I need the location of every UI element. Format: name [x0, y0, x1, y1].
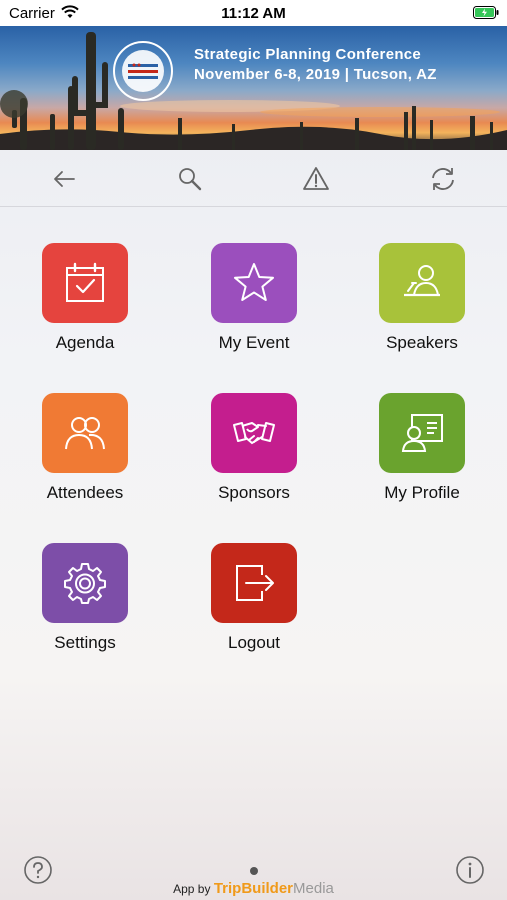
calendar-check-icon — [66, 262, 104, 302]
back-arrow-icon — [54, 171, 75, 187]
logout-icon — [236, 565, 274, 601]
menu-tile-my-event[interactable]: My Event — [184, 243, 324, 363]
status-time: 11:12 AM — [221, 5, 286, 22]
menu-tile-logout[interactable]: Logout — [184, 543, 324, 663]
refresh-icon — [432, 168, 454, 190]
conference-banner: Strategic Planning Conference November 6… — [0, 26, 507, 150]
settings-label: Settings — [54, 633, 116, 652]
attendees-button[interactable] — [42, 393, 128, 473]
search-icon — [179, 168, 202, 191]
logout-label: Logout — [228, 633, 280, 652]
menu-tile-sponsors[interactable]: Sponsors — [184, 393, 324, 513]
people-icon — [65, 417, 105, 450]
gear-icon — [64, 563, 106, 604]
attendees-label: Attendees — [46, 483, 124, 502]
toolbar — [0, 150, 507, 207]
alert-icon — [303, 167, 329, 190]
logout-button[interactable] — [211, 543, 297, 623]
menu-tile-my-profile[interactable]: My Profile — [352, 393, 492, 513]
back-button[interactable] — [49, 164, 79, 194]
search-button[interactable] — [175, 164, 205, 194]
speaker-podium-icon — [404, 265, 440, 297]
profile-card-icon — [401, 414, 443, 452]
handshake-icon — [233, 422, 275, 445]
agenda-button[interactable] — [42, 243, 128, 323]
menu-tile-settings[interactable]: Settings — [15, 543, 155, 663]
sponsors-label: Sponsors — [218, 483, 290, 502]
banner-date-location: November 6-8, 2019 | Tucson, AZ — [194, 66, 437, 83]
speakers-label: Speakers — [386, 333, 458, 352]
credit-prefix: App by — [173, 882, 211, 896]
battery-icon — [473, 6, 499, 19]
refresh-button[interactable] — [428, 164, 458, 194]
alerts-button[interactable] — [301, 164, 331, 194]
star-icon — [234, 263, 274, 301]
credit-brand-media: Media — [293, 880, 334, 897]
speakers-button[interactable] — [379, 243, 465, 323]
app-credit: App by TripBuilderMedia — [0, 880, 507, 897]
my-profile-button[interactable] — [379, 393, 465, 473]
banner-title: Strategic Planning Conference — [194, 46, 422, 63]
desert-sunset-image — [0, 32, 507, 150]
menu-tile-attendees[interactable]: Attendees — [15, 393, 155, 513]
menu-tile-agenda[interactable]: Agenda — [15, 243, 155, 363]
credit-brand-tripbuilder: TripBuilder — [213, 880, 294, 897]
settings-button[interactable] — [42, 543, 128, 623]
sponsors-button[interactable] — [211, 393, 297, 473]
my-profile-label: My Profile — [384, 483, 460, 502]
my-event-label: My Event — [218, 333, 290, 352]
agenda-label: Agenda — [55, 333, 115, 352]
usmef-logo — [113, 41, 173, 101]
menu-tile-speakers[interactable]: Speakers — [352, 243, 492, 363]
my-event-button[interactable] — [211, 243, 297, 323]
status-bar: Carrier 11:12 AM — [0, 0, 507, 26]
page-indicator-dot — [250, 867, 258, 875]
